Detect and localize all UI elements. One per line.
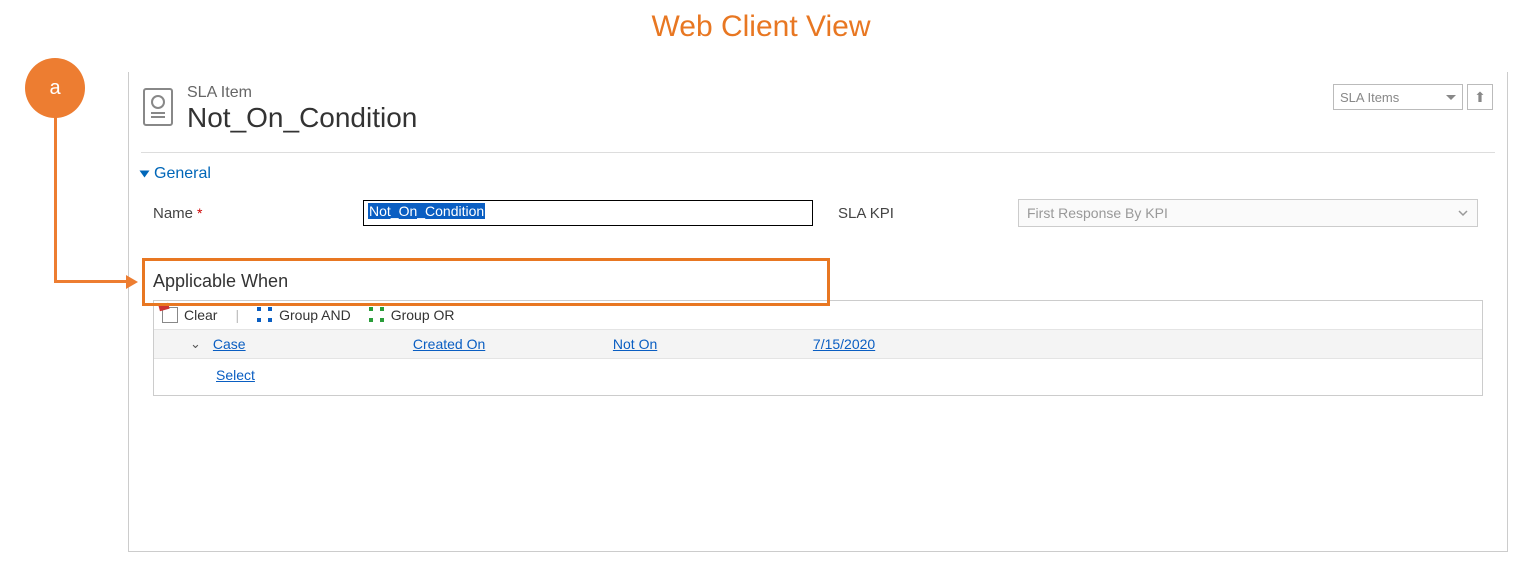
arrow-up-icon: ⬆ [1474,89,1486,106]
required-icon: * [197,205,202,221]
group-and-label: Group AND [279,307,351,323]
chevron-down-icon [1457,207,1469,219]
group-and-button[interactable]: Group AND [257,307,351,323]
condition-field[interactable]: Created On [413,336,485,352]
condition-builder: Clear | Group AND Group OR ⌄ Case Create… [153,300,1483,396]
sla-kpi-label: SLA KPI [818,205,1018,222]
name-label-text: Name [153,205,193,222]
toolbar-separator: | [235,307,239,323]
condition-entity[interactable]: Case [213,336,246,352]
chevron-down-icon [1446,95,1456,100]
view-selector[interactable]: SLA Items [1333,84,1463,110]
section-caret-icon [140,171,150,178]
header-left: SLA Item Not_On_Condition [143,84,417,134]
clear-label: Clear [184,307,217,323]
annotation-badge-a: a [25,58,85,118]
entity-icon [143,88,173,126]
collapse-up-button[interactable]: ⬆ [1467,84,1493,110]
condition-toolbar: Clear | Group AND Group OR [154,301,1482,330]
group-or-icon [369,307,385,323]
sla-kpi-value: First Response By KPI [1027,205,1168,221]
page-title: Web Client View [0,0,1522,52]
section-header-general[interactable]: General [129,165,1507,193]
name-field-group: Name * Not_On_Condition [153,199,818,227]
condition-select-row: Select [154,359,1482,395]
name-input-value: Not_On_Condition [368,203,485,219]
clear-icon [162,307,178,323]
field-row-name: Name * Not_On_Condition SLA KPI First Re… [129,193,1507,233]
applicable-when-title: Applicable When [129,233,1507,300]
annotation-arrow-icon [126,275,138,289]
form-header: SLA Item Not_On_Condition SLA Items ⬆ [129,72,1507,152]
kpi-field-group: SLA KPI First Response By KPI [818,199,1483,227]
view-selector-label: SLA Items [1340,90,1399,105]
section-title: General [154,165,211,183]
name-input[interactable]: Not_On_Condition [363,200,813,226]
chevron-down-icon[interactable]: ⌄ [190,336,201,352]
annotation-connector [54,116,57,282]
form-frame: SLA Item Not_On_Condition SLA Items ⬆ Ge… [128,72,1508,552]
entity-type-label: SLA Item [187,84,417,102]
name-label: Name * [153,205,363,222]
group-and-icon [257,307,273,323]
sla-kpi-select[interactable]: First Response By KPI [1018,199,1478,227]
group-or-button[interactable]: Group OR [369,307,455,323]
clear-button[interactable]: Clear [162,307,217,323]
group-or-label: Group OR [391,307,455,323]
divider [141,152,1495,153]
condition-row: ⌄ Case Created On Not On 7/15/2020 [154,330,1482,359]
annotation-connector-h [54,280,130,283]
header-right: SLA Items ⬆ [1333,84,1493,134]
condition-operator[interactable]: Not On [613,336,657,352]
condition-select-link[interactable]: Select [216,367,255,383]
record-name: Not_On_Condition [187,102,417,134]
condition-value[interactable]: 7/15/2020 [813,336,875,352]
